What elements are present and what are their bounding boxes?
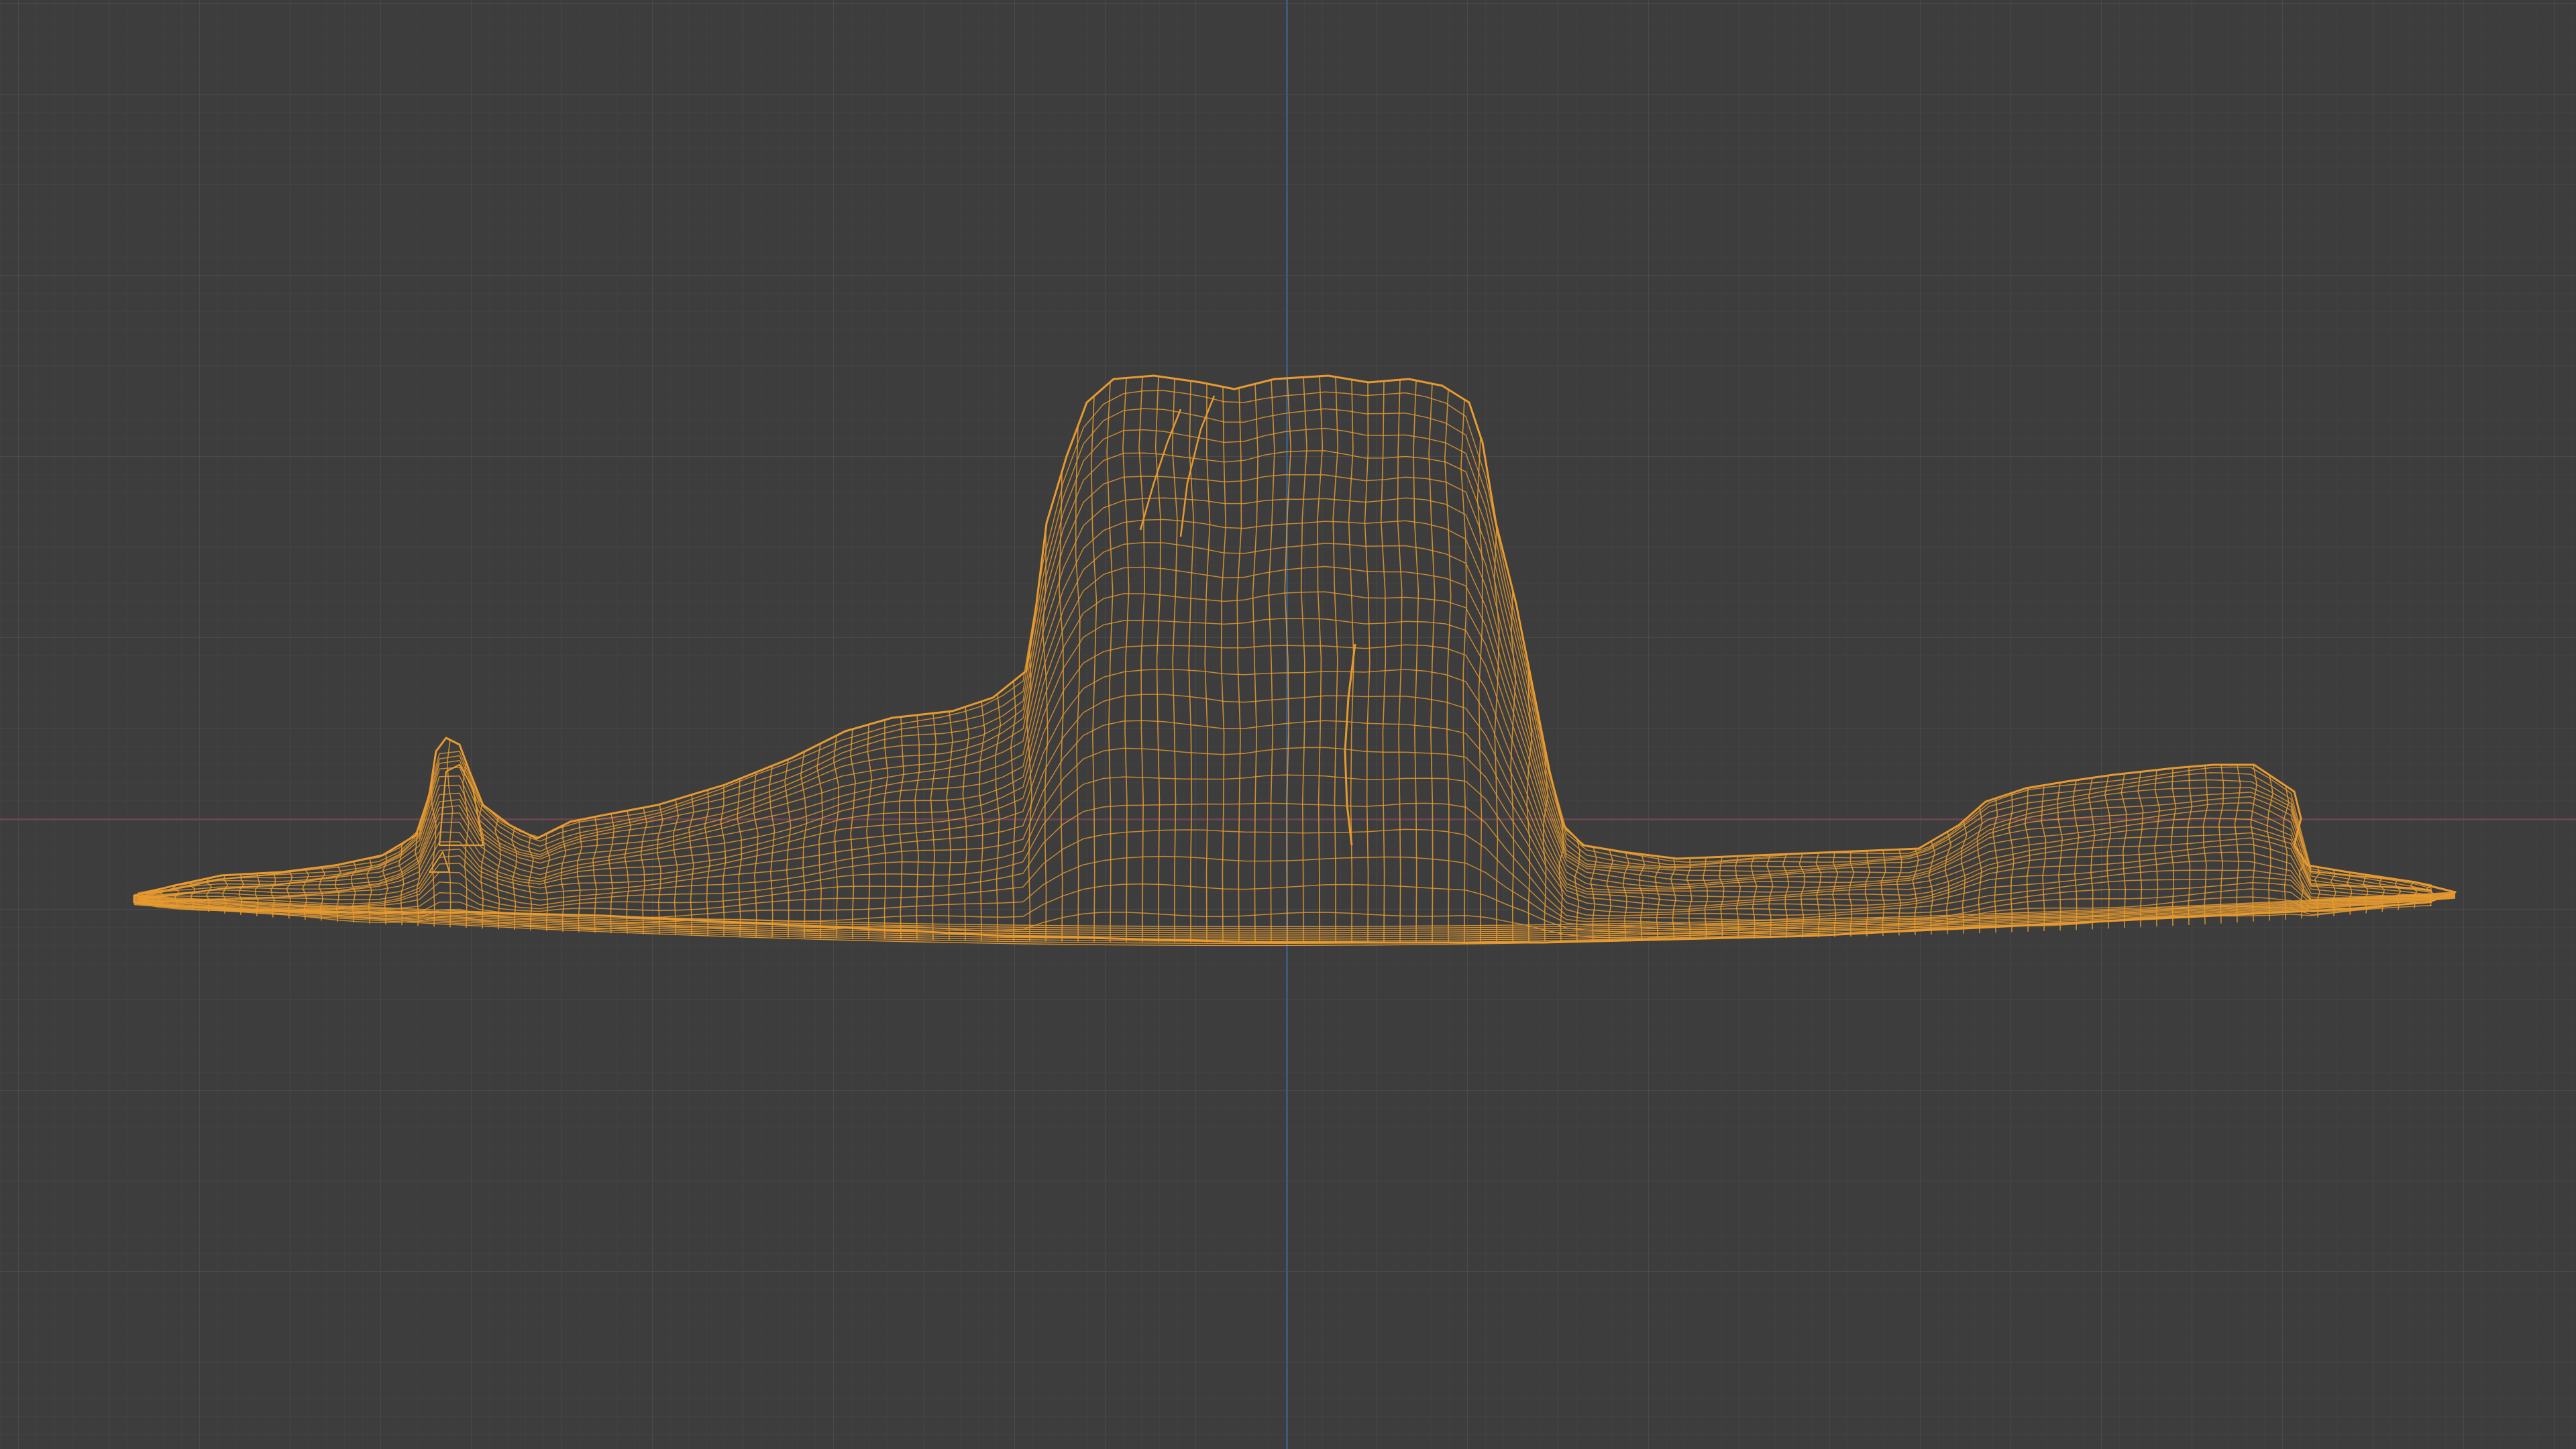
mesh-edge xyxy=(833,735,839,939)
mesh-edge xyxy=(1075,425,1081,942)
mesh-edge xyxy=(866,724,873,939)
terrain-wireframe-mesh[interactable] xyxy=(0,0,2576,1449)
mesh-edge xyxy=(1300,377,1307,943)
mesh-edge xyxy=(2234,764,2241,923)
mesh-edge xyxy=(640,807,647,934)
mesh-edge xyxy=(816,743,823,938)
mesh-edge xyxy=(995,694,1002,941)
mesh-edge xyxy=(1364,382,1371,943)
mesh-edge xyxy=(2154,769,2160,927)
mesh-edge xyxy=(137,427,2432,898)
mesh-edge xyxy=(137,390,2432,894)
mesh-edge xyxy=(930,713,936,941)
mesh-edge xyxy=(1268,380,1275,943)
mesh-edge xyxy=(2202,765,2208,924)
mesh-edge xyxy=(979,701,985,941)
mesh-edge xyxy=(1106,382,1114,943)
mesh-edge xyxy=(2121,773,2127,928)
mesh-edge xyxy=(438,763,484,847)
mesh-edge xyxy=(720,785,727,936)
mesh-edge xyxy=(2104,775,2112,929)
mesh-edge xyxy=(1332,376,1339,943)
mesh-edge xyxy=(657,804,663,935)
mesh-edge xyxy=(2137,771,2144,928)
mesh-edge xyxy=(137,644,2432,898)
3d-viewport[interactable] xyxy=(0,0,2576,1449)
mesh-edge xyxy=(1381,381,1387,943)
mesh-edge xyxy=(784,759,792,938)
mesh-edge xyxy=(898,716,904,940)
mesh-edge xyxy=(1317,376,1324,943)
mesh-edge xyxy=(624,810,631,934)
mesh-edge xyxy=(2072,780,2080,930)
mesh-edge xyxy=(882,720,889,940)
mesh-edge xyxy=(1155,376,1161,943)
mesh-edge xyxy=(137,591,2432,900)
mesh-edge xyxy=(1042,528,1049,942)
mesh-edge xyxy=(1220,386,1226,943)
mesh-edge xyxy=(850,729,856,939)
mesh-edge xyxy=(946,711,953,941)
mesh-edge xyxy=(962,706,969,941)
mesh-edge xyxy=(1171,378,1178,943)
mesh-edge xyxy=(1510,590,1517,942)
mesh-edge xyxy=(1091,396,1097,942)
mesh-edge xyxy=(1397,380,1403,943)
mesh-edge xyxy=(1236,388,1242,943)
mesh-edge xyxy=(1444,389,1452,943)
mesh-edge xyxy=(2088,777,2096,930)
mesh-edge xyxy=(1284,378,1291,943)
mesh-edge xyxy=(1252,384,1258,943)
mesh-edge xyxy=(673,799,679,935)
mesh-edge xyxy=(1460,399,1468,943)
mesh-edge xyxy=(2218,764,2224,924)
